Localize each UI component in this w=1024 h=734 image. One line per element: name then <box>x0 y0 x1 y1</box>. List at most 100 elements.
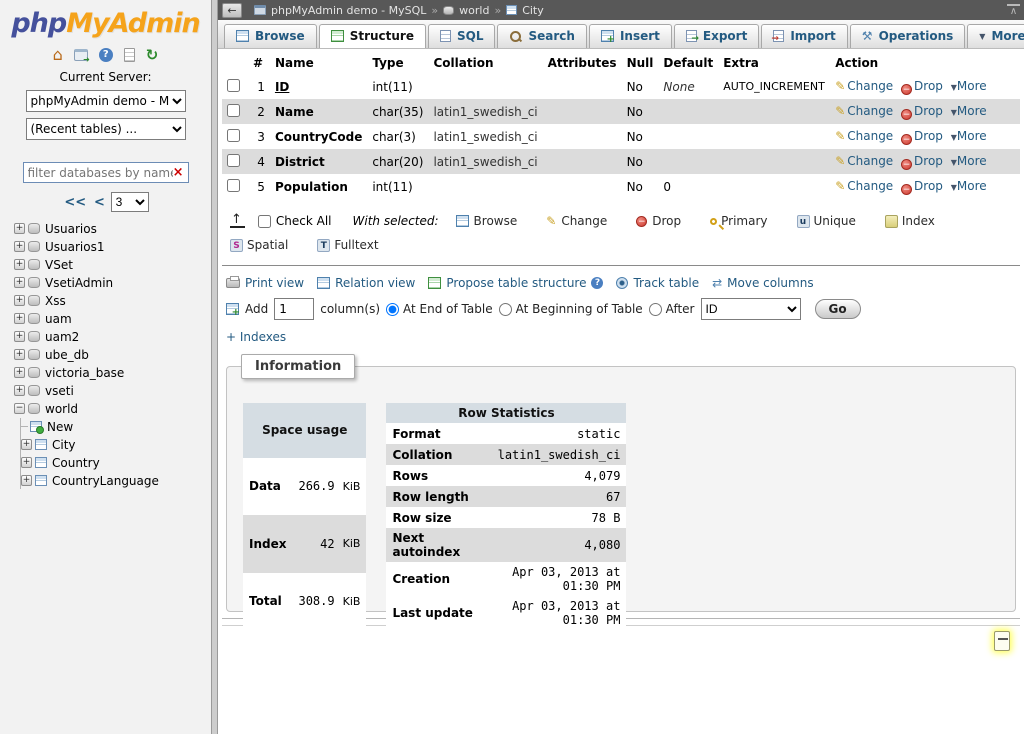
sidebar-db-vseti[interactable]: +vseti <box>14 382 211 399</box>
sidebar-table-city[interactable]: + City <box>21 436 211 453</box>
pager-page-select[interactable]: 3 <box>111 192 149 212</box>
after-column-select[interactable]: ID <box>701 298 801 320</box>
expand-icon[interactable]: + <box>21 439 32 450</box>
sidebar-table-country[interactable]: +Country <box>21 454 211 471</box>
expand-icon[interactable]: + <box>14 313 25 324</box>
table-label[interactable]: New <box>47 420 73 434</box>
db-label[interactable]: uam <box>45 312 72 326</box>
more-link[interactable]: ▼More <box>951 79 987 93</box>
sidebar-db-victoria-base[interactable]: + victoria_base <box>14 364 211 381</box>
mysql-docs-icon[interactable] <box>124 48 135 62</box>
db-label[interactable]: world <box>45 402 78 416</box>
scroll-top-icon[interactable]: ∧ <box>1007 4 1020 16</box>
expand-icon[interactable]: + <box>14 295 25 306</box>
more-link[interactable]: ▼More <box>951 154 987 168</box>
position-after-radio[interactable] <box>649 303 662 316</box>
tab-search[interactable]: Search <box>497 24 586 48</box>
expand-icon[interactable]: + <box>14 385 25 396</box>
row-checkbox[interactable] <box>227 154 240 167</box>
sidebar-db-usuarios1[interactable]: +Usuarios1 <box>14 238 211 255</box>
column-count-input[interactable] <box>274 298 314 320</box>
sidebar-db-world[interactable]: − world <box>14 400 211 417</box>
expand-icon[interactable]: + <box>14 331 25 342</box>
tab-browse[interactable]: Browse <box>224 24 317 48</box>
change-link[interactable]: ✎Change <box>835 129 893 143</box>
tab-more[interactable]: ▼More <box>967 24 1024 48</box>
sidebar-db-uam2[interactable]: + uam2 <box>14 328 211 345</box>
expand-icon[interactable]: + <box>21 475 32 486</box>
print-view-link[interactable]: Print view <box>226 276 304 290</box>
db-label[interactable]: uam2 <box>45 330 79 344</box>
db-label[interactable]: VsetiAdmin <box>45 276 113 290</box>
expand-icon[interactable]: + <box>14 277 25 288</box>
open-new-window-icon[interactable] <box>994 631 1010 651</box>
tab-import[interactable]: Import <box>761 24 847 48</box>
breadcrumb-server-link[interactable]: phpMyAdmin demo - MySQL <box>271 4 426 17</box>
selected-browse-link[interactable]: Browse <box>456 214 518 228</box>
check-all-checkbox[interactable] <box>258 215 271 228</box>
go-button[interactable]: Go <box>815 299 861 319</box>
db-label[interactable]: Xss <box>45 294 66 308</box>
selected-drop-link[interactable]: −Drop <box>636 214 681 228</box>
expand-icon[interactable]: + <box>14 241 25 252</box>
home-icon[interactable]: ⌂ <box>53 47 63 63</box>
selected-primary-link[interactable]: Primary <box>710 214 767 228</box>
table-label[interactable]: City <box>52 438 76 452</box>
expand-icon[interactable]: + <box>14 223 25 234</box>
drop-link[interactable]: −Drop <box>901 154 943 168</box>
indexes-toggle-link[interactable]: + Indexes <box>226 330 286 344</box>
db-label[interactable]: VSet <box>45 258 73 272</box>
drop-link[interactable]: −Drop <box>901 104 943 118</box>
position-begin-radio[interactable] <box>499 303 512 316</box>
sidebar-db-usuarios[interactable]: + Usuarios <box>14 220 211 237</box>
expand-icon[interactable]: + <box>14 349 25 360</box>
database-filter-input[interactable] <box>28 166 173 180</box>
row-checkbox[interactable] <box>227 129 240 142</box>
breadcrumb-table-link[interactable]: City <box>522 4 544 17</box>
drop-link[interactable]: −Drop <box>901 179 943 193</box>
change-link[interactable]: ✎Change <box>835 154 893 168</box>
help-icon[interactable]: ? <box>591 277 603 289</box>
tab-insert[interactable]: Insert <box>589 24 672 48</box>
propose-structure-link[interactable]: Propose table structure? <box>428 276 603 290</box>
tab-export[interactable]: Export <box>674 24 759 48</box>
sidebar-db-uam[interactable]: + uam <box>14 310 211 327</box>
row-checkbox[interactable] <box>227 79 240 92</box>
move-columns-link[interactable]: ⇄Move columns <box>712 276 813 290</box>
selected-unique-link[interactable]: uUnique <box>797 214 856 228</box>
selected-change-link[interactable]: ✎Change <box>546 214 607 228</box>
expand-icon[interactable]: + <box>21 457 32 468</box>
position-begin-option[interactable]: At Beginning of Table <box>499 302 643 316</box>
relation-view-link[interactable]: Relation view <box>317 276 415 290</box>
tab-operations[interactable]: ⚒Operations <box>850 24 966 48</box>
sidebar-db-vsetiadmin[interactable]: + VsetiAdmin <box>14 274 211 291</box>
pager-prev-link[interactable]: < <box>94 195 105 210</box>
position-after-option[interactable]: After <box>649 302 695 316</box>
query-window-icon[interactable] <box>74 49 88 61</box>
breadcrumb-database-link[interactable]: world <box>459 4 489 17</box>
phpmyadmin-docs-icon[interactable]: ? <box>99 48 113 62</box>
change-link[interactable]: ✎Change <box>835 104 893 118</box>
position-end-option[interactable]: At End of Table <box>386 302 493 316</box>
phpmyadmin-logo[interactable]: phpMyAdmin <box>0 0 211 39</box>
collapse-icon[interactable]: − <box>14 403 25 414</box>
more-link[interactable]: ▼More <box>951 179 987 193</box>
tab-sql[interactable]: SQL <box>428 24 496 48</box>
expand-icon[interactable]: + <box>14 367 25 378</box>
sidebar-resize-handle[interactable] <box>211 0 218 734</box>
db-label[interactable]: victoria_base <box>45 366 124 380</box>
tab-structure[interactable]: Structure <box>319 24 426 48</box>
selected-index-link[interactable]: Index <box>885 214 935 228</box>
sidebar-table-new[interactable]: New <box>21 418 211 435</box>
pager-fast-prev-link[interactable]: << <box>64 195 86 210</box>
sidebar-table-countrylanguage[interactable]: + CountryLanguage <box>21 472 211 489</box>
db-label[interactable]: Usuarios <box>45 222 97 236</box>
change-link[interactable]: ✎Change <box>835 179 893 193</box>
check-all[interactable]: Check All <box>258 214 332 228</box>
row-checkbox[interactable] <box>227 104 240 117</box>
row-checkbox[interactable] <box>227 179 240 192</box>
track-table-link[interactable]: Track table <box>616 276 699 290</box>
table-label[interactable]: CountryLanguage <box>52 474 159 488</box>
sidebar-db-xss[interactable]: + Xss <box>14 292 211 309</box>
server-select[interactable]: phpMyAdmin demo - My <box>26 90 186 112</box>
